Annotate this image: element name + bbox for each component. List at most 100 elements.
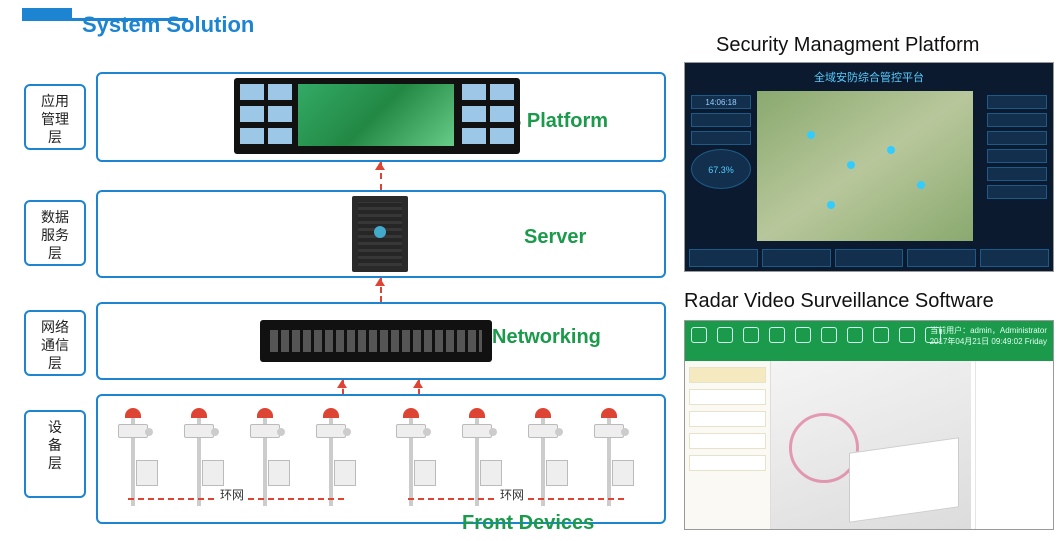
device-cabinet bbox=[136, 460, 158, 486]
radar-toolbar: 当前用户：admin，Administrator 2017年04月21日 09:… bbox=[685, 321, 1053, 361]
security-stat bbox=[835, 249, 904, 267]
toolbar-icon bbox=[795, 327, 811, 343]
radar-3d-view bbox=[771, 361, 971, 529]
radar-list-row bbox=[689, 389, 766, 405]
security-platform-inner-title: 全域安防综合管控平台 bbox=[685, 69, 1053, 85]
server-badge-icon bbox=[374, 226, 386, 238]
device-cabinet bbox=[334, 460, 356, 486]
front-device-unit bbox=[110, 406, 156, 492]
security-right-chip bbox=[987, 113, 1047, 127]
tier-label-application: 应用管理层 bbox=[24, 84, 86, 150]
camera-icon bbox=[118, 424, 148, 438]
camera-icon bbox=[594, 424, 624, 438]
front-device-unit bbox=[454, 406, 500, 492]
toolbar-icon bbox=[717, 327, 733, 343]
security-right-chip bbox=[987, 185, 1047, 199]
security-stat bbox=[689, 249, 758, 267]
camera-icon bbox=[462, 424, 492, 438]
ring-label-left: 环网 bbox=[218, 486, 246, 503]
front-device-unit bbox=[176, 406, 222, 492]
arrow-up-icon bbox=[375, 162, 385, 170]
tier-caption-server: Server bbox=[524, 226, 586, 249]
video-thumb bbox=[490, 84, 514, 100]
radar-list-row bbox=[689, 455, 766, 471]
camera-icon bbox=[184, 424, 214, 438]
security-left-chip bbox=[691, 113, 751, 127]
security-stat bbox=[762, 249, 831, 267]
alarm-light-icon bbox=[469, 408, 485, 418]
radar-building-model bbox=[849, 437, 959, 522]
toolbar-icon bbox=[769, 327, 785, 343]
video-thumb bbox=[268, 106, 292, 122]
video-thumb bbox=[268, 84, 292, 100]
device-cabinet bbox=[546, 460, 568, 486]
radar-right-panel bbox=[975, 361, 1053, 529]
map-marker-icon bbox=[807, 131, 815, 139]
video-thumb bbox=[240, 84, 264, 100]
security-stat bbox=[980, 249, 1049, 267]
device-cabinet bbox=[202, 460, 224, 486]
ring-label-right: 环网 bbox=[498, 486, 526, 503]
arrow-up-icon bbox=[413, 380, 423, 388]
alarm-light-icon bbox=[323, 408, 339, 418]
security-map-view bbox=[757, 91, 973, 241]
video-thumb bbox=[462, 106, 486, 122]
video-thumb bbox=[490, 128, 514, 144]
map-marker-icon bbox=[827, 201, 835, 209]
video-thumb bbox=[490, 106, 514, 122]
camera-icon bbox=[250, 424, 280, 438]
video-thumb bbox=[268, 128, 292, 144]
server-tower-graphic bbox=[352, 196, 408, 272]
toolbar-icon bbox=[847, 327, 863, 343]
radar-time-line: 2017年04月21日 09:49:02 Friday bbox=[930, 336, 1047, 347]
video-wall-graphic bbox=[234, 78, 520, 154]
front-device-unit bbox=[308, 406, 354, 492]
security-gauge: 67.3% bbox=[691, 149, 751, 189]
camera-icon bbox=[316, 424, 346, 438]
screenshot-title-security: Security Managment Platform bbox=[716, 34, 979, 57]
radar-list-row bbox=[689, 433, 766, 449]
security-right-panel bbox=[985, 91, 1049, 241]
radar-user-line: 当前用户：admin，Administrator bbox=[930, 325, 1047, 336]
security-left-chip bbox=[691, 131, 751, 145]
camera-icon bbox=[396, 424, 426, 438]
radar-list-row bbox=[689, 411, 766, 427]
security-right-chip bbox=[987, 95, 1047, 109]
toolbar-icon bbox=[691, 327, 707, 343]
radar-left-panel bbox=[685, 361, 771, 529]
radar-list-row bbox=[689, 367, 766, 383]
front-device-unit bbox=[242, 406, 288, 492]
screenshot-title-radar: Radar Video Surveillance Software bbox=[684, 290, 994, 313]
arrow-up-icon bbox=[337, 380, 347, 388]
security-time: 14:06:18 bbox=[691, 95, 751, 109]
device-cabinet bbox=[268, 460, 290, 486]
toolbar-icon bbox=[821, 327, 837, 343]
tier-label-data: 数据服务层 bbox=[24, 200, 86, 266]
alarm-light-icon bbox=[125, 408, 141, 418]
alarm-light-icon bbox=[257, 408, 273, 418]
map-marker-icon bbox=[887, 146, 895, 154]
video-thumb bbox=[240, 106, 264, 122]
alarm-light-icon bbox=[191, 408, 207, 418]
security-right-chip bbox=[987, 167, 1047, 181]
alarm-light-icon bbox=[601, 408, 617, 418]
alarm-light-icon bbox=[403, 408, 419, 418]
security-right-chip bbox=[987, 149, 1047, 163]
device-cabinet bbox=[612, 460, 634, 486]
map-marker-icon bbox=[917, 181, 925, 189]
video-wall-center bbox=[298, 84, 454, 146]
video-thumb bbox=[240, 128, 264, 144]
page-title: System Solution bbox=[82, 12, 254, 38]
device-cabinet bbox=[414, 460, 436, 486]
front-device-unit bbox=[520, 406, 566, 492]
security-platform-screenshot: 全域安防综合管控平台 14:06:18 67.3% bbox=[684, 62, 1054, 272]
radar-toolbar-icons bbox=[691, 327, 941, 343]
device-cabinet bbox=[480, 460, 502, 486]
security-right-chip bbox=[987, 131, 1047, 145]
front-device-unit bbox=[586, 406, 632, 492]
camera-icon bbox=[528, 424, 558, 438]
map-marker-icon bbox=[847, 161, 855, 169]
tier-label-device: 设备层 bbox=[24, 410, 86, 498]
tier-caption-networking: Networking bbox=[492, 326, 601, 349]
security-bottom-stats bbox=[689, 249, 1049, 267]
